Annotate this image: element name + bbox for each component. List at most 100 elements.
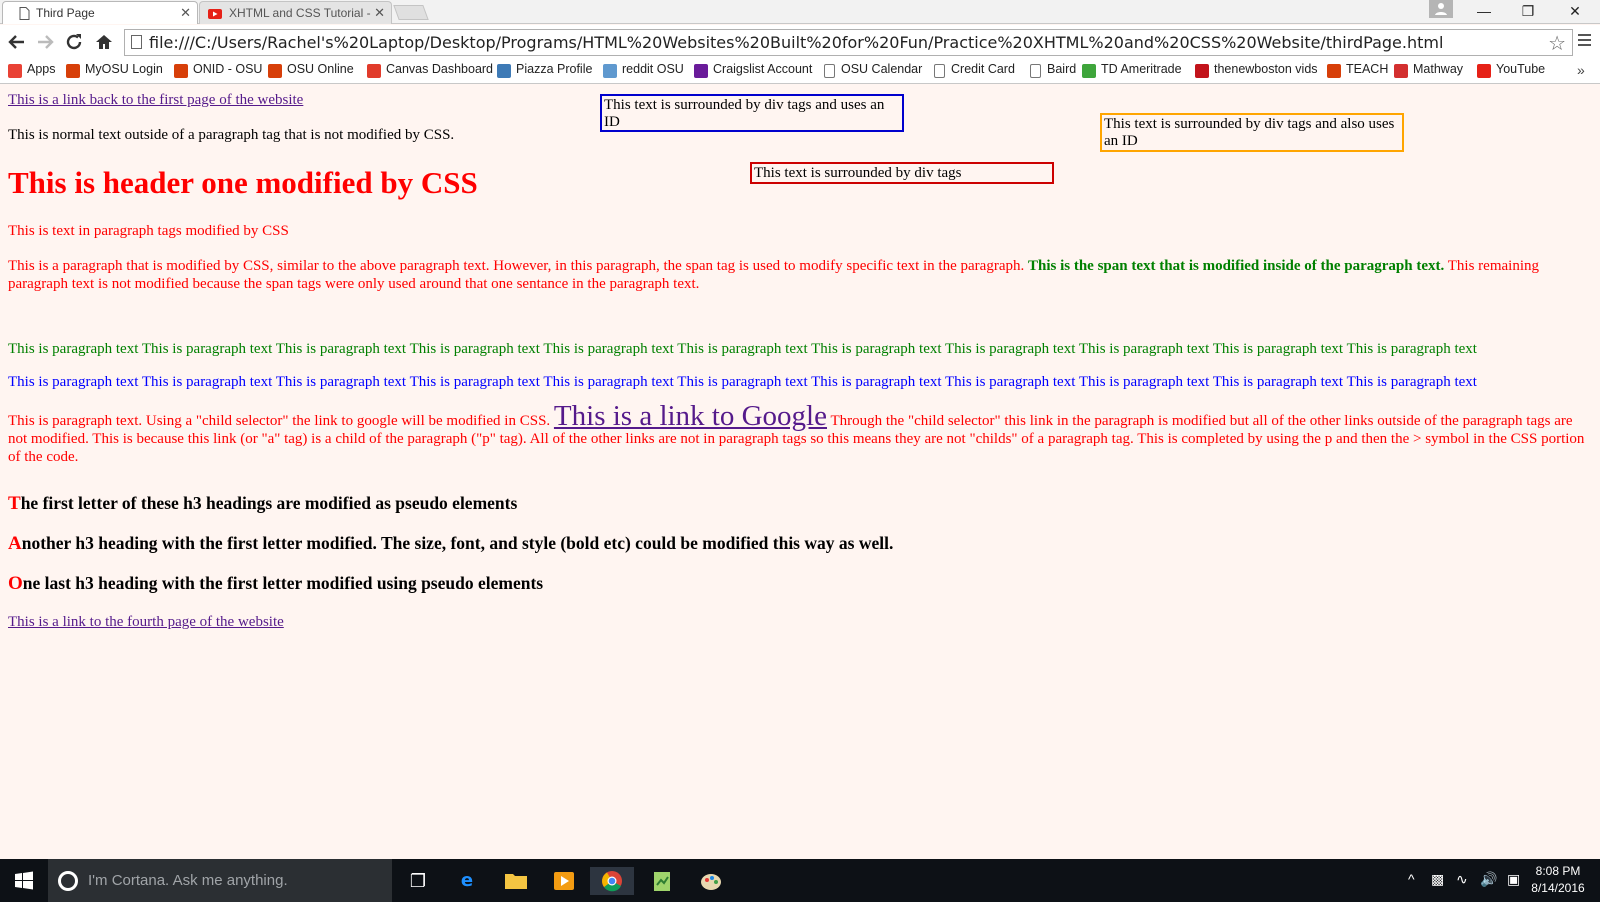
link-first-page[interactable]: This is a link back to the first page of…	[8, 92, 303, 108]
bookmark-label: reddit OSU	[622, 62, 684, 76]
close-icon[interactable]: ✕	[180, 5, 191, 21]
restore-button[interactable]: ❐	[1506, 0, 1550, 24]
close-icon[interactable]: ✕	[374, 5, 385, 21]
osu-icon	[174, 64, 188, 78]
tab-xhtml-tutorial[interactable]: XHTML and CSS Tutorial - ✕	[199, 1, 392, 24]
h3-first-letter: T	[8, 493, 21, 514]
address-text: file:///C:/Users/Rachel's%20Laptop/Deskt…	[149, 33, 1444, 52]
page-content: This is a link back to the first page of…	[0, 85, 1600, 859]
edge-icon[interactable]: e	[453, 867, 481, 895]
windows-taskbar: I'm Cortana. Ask me anything. ❐ e ^ ▩ ∿ …	[0, 859, 1600, 902]
action-center-icon[interactable]: ▣	[1507, 871, 1520, 888]
green-paragraph: This is paragraph text This is paragraph…	[8, 341, 1477, 357]
bookmark-item[interactable]: OSU Online	[268, 62, 354, 78]
bookmark-item[interactable]: Craigslist Account	[694, 62, 812, 78]
h3-text: he first letter of these h3 headings are…	[20, 493, 518, 513]
apps-grid-icon	[8, 64, 22, 78]
address-bar[interactable]: file:///C:/Users/Rachel's%20Laptop/Deskt…	[124, 29, 1573, 56]
show-hidden-icons[interactable]: ^	[1408, 871, 1415, 887]
bookmark-item[interactable]: thenewboston vids	[1195, 62, 1318, 78]
link-fourth-page[interactable]: This is a link to the fourth page of the…	[8, 614, 284, 630]
chrome-icon[interactable]	[590, 867, 634, 895]
bookmark-item[interactable]: ONID - OSU	[174, 62, 263, 78]
media-player-icon[interactable]	[550, 867, 578, 895]
bookmark-item[interactable]: Apps	[8, 62, 56, 78]
tab-strip: Third Page ✕ XHTML and CSS Tutorial - ✕ …	[0, 0, 1600, 24]
bookmark-label: Credit Card	[951, 62, 1015, 76]
bookmarks-overflow-icon[interactable]: »	[1577, 62, 1585, 78]
forward-button[interactable]	[34, 32, 56, 54]
bookmark-item[interactable]: Piazza Profile	[497, 62, 593, 78]
chrome-menu-icon[interactable]	[1578, 34, 1591, 47]
clock-time: 8:08 PM	[1535, 864, 1581, 878]
div-red: This text is surrounded by div tags	[750, 162, 1054, 184]
paint-icon[interactable]	[697, 867, 725, 895]
taskbar-clock[interactable]: 8:08 PM 8/14/2016	[1526, 863, 1590, 897]
page-icon	[1030, 64, 1041, 78]
blue-paragraph: This is paragraph text This is paragraph…	[8, 374, 1477, 390]
h3-first-letter: O	[8, 573, 23, 594]
page-icon	[934, 64, 945, 78]
home-icon	[96, 35, 112, 49]
bookmark-item[interactable]: TD Ameritrade	[1082, 62, 1182, 78]
volume-icon[interactable]: 🔊	[1480, 871, 1497, 888]
clock-date: 8/14/2016	[1531, 881, 1585, 895]
paragraph-modified: This is text in paragraph tags modified …	[8, 223, 289, 239]
new-tab-button[interactable]	[393, 5, 429, 20]
forward-arrow-icon	[38, 35, 54, 49]
osu-icon	[268, 64, 282, 78]
bookmark-label: Piazza Profile	[516, 62, 593, 76]
page-icon	[824, 64, 835, 78]
thenewboston-icon	[1195, 64, 1209, 78]
tab-title: XHTML and CSS Tutorial -	[229, 6, 371, 20]
reload-button[interactable]	[63, 32, 85, 54]
back-arrow-icon	[8, 35, 24, 49]
user-icon	[1435, 3, 1447, 15]
home-button[interactable]	[93, 32, 115, 54]
bookmark-item[interactable]: YouTube	[1477, 62, 1545, 78]
bookmark-item[interactable]: reddit OSU	[603, 62, 684, 78]
cortana-icon	[58, 871, 78, 891]
wifi-icon[interactable]: ∿	[1456, 871, 1468, 888]
reddit-icon	[603, 64, 617, 78]
bookmark-item[interactable]: TEACH	[1327, 62, 1388, 78]
h3-text: ne last h3 heading with the first letter…	[22, 573, 544, 593]
close-window-button[interactable]: ✕	[1553, 0, 1597, 24]
bookmark-item[interactable]: OSU Calendar	[822, 62, 923, 78]
start-button[interactable]	[10, 867, 38, 895]
piazza-icon	[497, 64, 511, 78]
user-profile-button[interactable]	[1429, 0, 1453, 18]
bookmark-label: OSU Online	[287, 62, 354, 76]
cortana-search-box[interactable]: I'm Cortana. Ask me anything.	[48, 859, 392, 902]
h3-first-letter: A	[8, 533, 22, 554]
minimize-button[interactable]: —	[1462, 0, 1506, 24]
bookmark-label: ONID - OSU	[193, 62, 263, 76]
bookmark-item[interactable]: Canvas Dashboard	[367, 62, 493, 78]
bookmark-label: Apps	[27, 62, 56, 76]
canvas-icon	[367, 64, 381, 78]
file-explorer-icon[interactable]	[502, 867, 530, 895]
bookmark-item[interactable]: MyOSU Login	[66, 62, 163, 78]
bookmark-label: OSU Calendar	[841, 62, 923, 76]
battery-icon[interactable]: ▩	[1431, 871, 1444, 888]
h3-text: nother h3 heading with the first letter …	[21, 533, 894, 553]
h3-heading-2: Another h3 heading with the first letter…	[8, 533, 893, 555]
bookmark-label: MyOSU Login	[85, 62, 163, 76]
osu-coe-icon	[1327, 64, 1341, 78]
google-link[interactable]: This is a link to Google	[554, 400, 827, 432]
bookmarks-bar: Apps MyOSU Login ONID - OSU OSU Online Canva…	[0, 60, 1600, 84]
bookmark-label: Mathway	[1413, 62, 1464, 76]
bookmark-item[interactable]: Credit Card	[932, 62, 1015, 78]
tab-third-page[interactable]: Third Page ✕	[2, 1, 198, 24]
child-before-text: This is paragraph text. Using a "child s…	[8, 413, 551, 429]
bookmark-item[interactable]: Baird	[1028, 62, 1076, 78]
back-button[interactable]	[6, 32, 28, 54]
normal-text: This is normal text outside of a paragra…	[8, 127, 455, 143]
bookmark-item[interactable]: Mathway	[1394, 62, 1464, 78]
notepad-plus-icon[interactable]	[648, 867, 676, 895]
browser-toolbar: file:///C:/Users/Rachel's%20Laptop/Deskt…	[0, 25, 1600, 60]
h3-heading-1: The first letter of these h3 headings ar…	[8, 493, 517, 515]
task-view-icon[interactable]: ❐	[404, 867, 432, 895]
span-before-text: This is a paragraph that is modified by …	[8, 258, 1025, 274]
bookmark-star-icon[interactable]: ☆	[1548, 31, 1566, 55]
